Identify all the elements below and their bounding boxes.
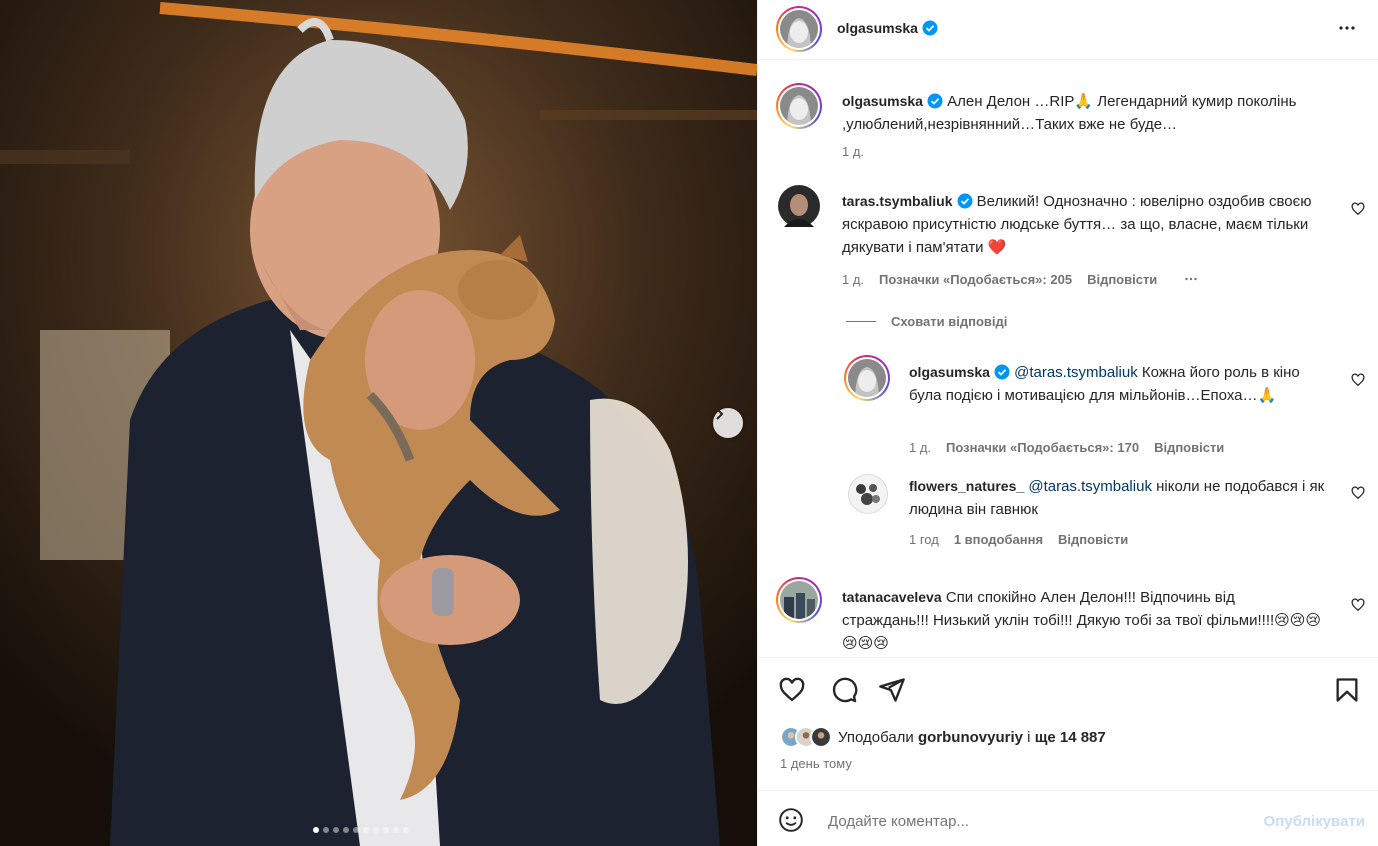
liker-username[interactable]: gorbunovyuriy [918,729,1023,746]
post-header: olgasumska [758,0,1378,60]
heart-icon [1351,373,1365,387]
avatar [780,87,818,125]
likes-joiner: і [1027,728,1031,746]
like-comment-button[interactable] [1351,598,1365,615]
post-date[interactable]: 1 день тому [780,756,852,771]
carousel-dot [383,827,389,833]
comment-button[interactable] [830,676,858,707]
reply-username[interactable]: flowers_natures_ [909,478,1024,494]
comment-meta: 1 д. Позначки «Подобається»: 205 Відпові… [842,270,1200,288]
post-actions: Уподобали gorbunovyuriy і ще 14 887 1 де… [758,657,1378,790]
carousel-dot [403,827,409,833]
caption: olgasumska Ален Делон …RIP🙏 Легендарний … [842,90,1342,136]
more-icon [1339,26,1355,30]
reply-mention[interactable]: @taras.tsymbaliuk [1014,364,1138,381]
reply-mention[interactable]: @taras.tsymbaliuk [1028,478,1152,495]
bookmark-icon [1336,678,1358,702]
reply-time[interactable]: 1 год [909,532,939,547]
more-options-button[interactable] [1335,16,1359,43]
post-details-panel: olgasumska olgasumska Ален Делон …RIP🙏 Л… [757,0,1378,846]
header-username-row: olgasumska [837,20,938,36]
carousel-dot [313,827,319,833]
publish-button[interactable]: Опублікувати [1264,813,1365,830]
carousel-dot [363,827,369,833]
comment-time[interactable]: 1 д. [842,272,864,287]
carousel-dot [353,827,359,833]
reply-button[interactable]: Відповісти [1058,532,1128,547]
heart-icon [1351,486,1365,500]
comment-username[interactable]: taras.tsymbaliuk [842,193,953,209]
avatar [848,474,888,514]
carousel-indicator [313,827,409,833]
avatar [848,359,886,397]
emoji-icon [779,808,803,832]
reply-button[interactable]: Відповісти [1154,440,1224,455]
reply: olgasumska @taras.tsymbaliuk Кожна його … [909,361,1334,407]
comment: taras.tsymbaliuk Великий! Однозначно : ю… [842,190,1322,259]
verified-badge-icon [927,93,943,109]
commenter-avatar[interactable] [776,577,822,623]
caption-username[interactable]: olgasumska [842,93,923,109]
like-reply-button[interactable] [1351,486,1365,503]
reply-likes[interactable]: Позначки «Подобається»: 170 [946,440,1139,455]
share-button[interactable] [878,676,906,707]
comments-list[interactable]: olgasumska Ален Делон …RIP🙏 Легендарний … [758,61,1378,657]
likes-count[interactable]: ще 14 887 [1035,729,1106,746]
hide-replies-label: Сховати відповіді [891,314,1008,329]
heart-icon [1351,202,1365,216]
next-slide-button[interactable] [713,408,743,438]
avatar [780,10,818,48]
comment-icon [832,677,858,703]
reply-meta: 1 д. Позначки «Подобається»: 170 Відпові… [909,440,1224,455]
comment-input[interactable] [828,813,1208,830]
likes-prefix: Уподобали [838,728,914,746]
liker-avatar[interactable] [810,726,832,748]
reply-avatar[interactable] [844,355,890,401]
reply-avatar[interactable] [848,474,888,514]
divider [846,321,876,322]
add-comment-bar: Опублікувати [758,790,1378,846]
emoji-button[interactable] [778,807,804,836]
more-icon[interactable] [1182,270,1200,288]
carousel-dot [323,827,329,833]
author-avatar[interactable] [776,6,822,52]
commenter-avatar[interactable] [778,185,820,227]
post-photo [0,0,757,846]
heart-icon [1351,598,1365,612]
post-image [0,0,757,846]
heart-icon [779,677,805,702]
verified-badge-icon [994,364,1010,380]
save-button[interactable] [1333,676,1361,707]
verified-badge-icon [957,193,972,209]
like-reply-button[interactable] [1351,373,1365,390]
avatar [780,581,818,619]
carousel-dot [373,827,379,833]
author-username[interactable]: olgasumska [837,20,918,36]
comment: tatanacaveleva Спи спокійно Ален Делон!!… [842,586,1322,655]
comment-likes[interactable]: Позначки «Подобається»: 205 [879,272,1072,287]
caption-meta: 1 д. [842,144,864,159]
verified-badge-icon [922,20,938,36]
like-button[interactable] [778,676,806,707]
reply-username[interactable]: olgasumska [909,364,990,380]
caption-avatar[interactable] [776,83,822,129]
reply-meta: 1 год 1 вподобання Відповісти [909,532,1128,547]
avatar [778,185,820,227]
reply-likes[interactable]: 1 вподобання [954,532,1043,547]
carousel-dot [333,827,339,833]
caption-time[interactable]: 1 д. [842,144,864,159]
reply: flowers_natures_ @taras.tsymbaliuk нікол… [909,475,1329,521]
chevron-right-icon [716,408,724,420]
reply-button[interactable]: Відповісти [1087,272,1157,287]
comment-username[interactable]: tatanacaveleva [842,589,942,605]
like-comment-button[interactable] [1351,202,1365,219]
hide-replies-toggle[interactable]: Сховати відповіді [846,314,1007,329]
reply-time[interactable]: 1 д. [909,440,931,455]
carousel-dot [343,827,349,833]
send-icon [879,678,905,702]
carousel-dot [393,827,399,833]
likes-summary: Уподобали gorbunovyuriy і ще 14 887 [780,726,1106,748]
